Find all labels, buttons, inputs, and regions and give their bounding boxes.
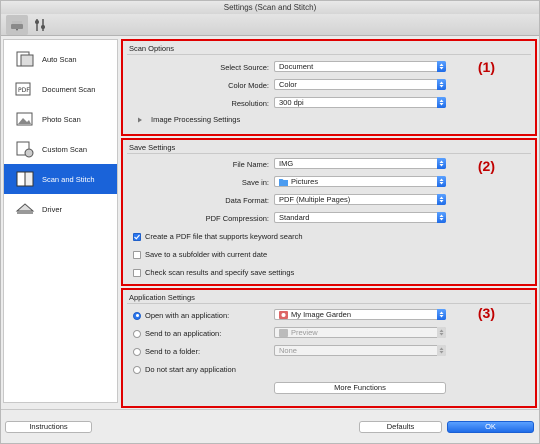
callout-1: (1) xyxy=(477,59,495,75)
sidebar-item-photo-scan[interactable]: Photo Scan xyxy=(4,104,117,134)
chevron-updown-icon xyxy=(437,327,446,338)
chevron-updown-icon xyxy=(437,212,446,223)
sidebar-item-auto-scan[interactable]: Auto Scan xyxy=(4,44,117,74)
chevron-updown-icon xyxy=(437,61,446,72)
scan-options-heading: Scan Options xyxy=(129,44,175,53)
sidebar: Auto Scan PDF Document Scan Photo Scan C… xyxy=(3,39,118,403)
open-with-application-radio[interactable]: Open with an application: xyxy=(133,311,229,320)
send-to-folder-radio[interactable]: Send to a folder: xyxy=(133,347,200,356)
instructions-button[interactable]: Instructions xyxy=(5,421,92,433)
callout-3: (3) xyxy=(477,305,495,321)
keyword-search-pdf-checkbox[interactable]: Create a PDF file that supports keyword … xyxy=(133,232,303,241)
folder-icon xyxy=(279,178,288,186)
select-source-dropdown[interactable]: Document xyxy=(274,61,446,72)
defaults-button[interactable]: Defaults xyxy=(359,421,442,433)
preview-app-icon xyxy=(279,328,288,337)
divider xyxy=(127,153,531,154)
sidebar-item-scan-and-stitch[interactable]: Scan and Stitch xyxy=(4,164,117,194)
sidebar-item-driver[interactable]: Driver xyxy=(4,194,117,224)
scanner-settings-tab[interactable] xyxy=(6,15,28,35)
ok-button[interactable]: OK xyxy=(447,421,534,433)
general-settings-icon xyxy=(35,19,45,31)
scan-options-panel: Scan Options (1) Select Source: Document… xyxy=(121,39,537,136)
pdf-compression-dropdown[interactable]: Standard xyxy=(274,212,446,223)
chevron-updown-icon xyxy=(437,176,446,187)
sidebar-item-custom-scan[interactable]: Custom Scan xyxy=(4,134,117,164)
driver-icon xyxy=(15,199,35,219)
save-settings-panel: Save Settings (2) File Name: IMG Save in… xyxy=(121,138,537,286)
application-settings-panel: Application Settings (3) Open with an ap… xyxy=(121,288,537,408)
divider xyxy=(127,54,531,55)
chevron-updown-icon xyxy=(437,158,446,169)
toolbar xyxy=(1,14,539,36)
resolution-label: Resolution: xyxy=(231,99,269,108)
settings-window: Settings (Scan and Stitch) Auto Scan PDF… xyxy=(0,0,540,444)
chevron-updown-icon xyxy=(437,79,446,90)
check-scan-results-checkbox[interactable]: Check scan results and specify save sett… xyxy=(133,268,294,277)
file-name-field[interactable]: IMG xyxy=(274,158,446,169)
save-settings-heading: Save Settings xyxy=(129,143,176,152)
image-garden-icon xyxy=(279,310,288,319)
data-format-label: Data Format: xyxy=(225,196,269,205)
resolution-dropdown[interactable]: 300 dpi xyxy=(274,97,446,108)
send-to-application-dropdown[interactable]: Preview xyxy=(274,327,446,338)
custom-scan-icon xyxy=(15,139,35,159)
more-functions-button[interactable]: More Functions xyxy=(274,382,446,394)
window-title: Settings (Scan and Stitch) xyxy=(1,1,539,14)
chevron-updown-icon xyxy=(437,97,446,108)
subfolder-date-checkbox[interactable]: Save to a subfolder with current date xyxy=(133,250,267,259)
send-to-application-radio[interactable]: Send to an application: xyxy=(133,329,221,338)
divider xyxy=(127,303,531,304)
disclosure-triangle-icon xyxy=(138,117,142,122)
pdf-compression-label: PDF Compression: xyxy=(205,214,269,223)
save-in-dropdown[interactable]: Pictures xyxy=(274,176,446,187)
chevron-updown-icon xyxy=(437,194,446,205)
svg-text:PDF: PDF xyxy=(18,87,30,94)
divider xyxy=(1,409,539,410)
color-mode-label: Color Mode: xyxy=(228,81,269,90)
save-in-label: Save in: xyxy=(241,178,269,187)
image-processing-disclosure[interactable]: Image Processing Settings xyxy=(137,115,240,124)
callout-2: (2) xyxy=(477,158,495,174)
open-with-application-dropdown[interactable]: My Image Garden xyxy=(274,309,446,320)
photo-scan-icon xyxy=(15,109,35,129)
sidebar-item-document-scan[interactable]: PDF Document Scan xyxy=(4,74,117,104)
chevron-updown-icon xyxy=(437,345,446,356)
file-name-label: File Name: xyxy=(232,160,269,169)
do-not-start-application-radio[interactable]: Do not start any application xyxy=(133,365,236,374)
general-settings-tab[interactable] xyxy=(29,15,51,35)
checkmark-icon xyxy=(133,232,141,241)
data-format-dropdown[interactable]: PDF (Multiple Pages) xyxy=(274,194,446,205)
send-to-folder-dropdown[interactable]: None xyxy=(274,345,446,356)
auto-scan-icon xyxy=(15,49,35,69)
scan-and-stitch-icon xyxy=(15,169,35,189)
chevron-updown-icon xyxy=(437,309,446,320)
document-scan-icon: PDF xyxy=(15,79,35,99)
scanner-settings-icon xyxy=(11,21,23,31)
select-source-label: Select Source: xyxy=(220,63,269,72)
settings-main: Scan Options (1) Select Source: Document… xyxy=(121,39,537,408)
color-mode-dropdown[interactable]: Color xyxy=(274,79,446,90)
application-settings-heading: Application Settings xyxy=(129,293,195,302)
